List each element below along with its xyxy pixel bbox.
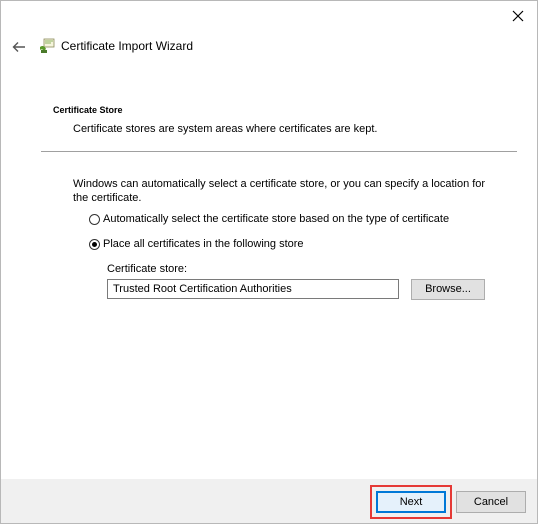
radio-label: Place all certificates in the following …	[103, 238, 304, 250]
header-divider	[41, 151, 517, 152]
certificate-store-label: Certificate store:	[107, 263, 188, 275]
certificate-wizard-icon	[40, 38, 55, 53]
section-heading: Certificate Store	[53, 105, 123, 115]
radio-place-in-store[interactable]: Place all certificates in the following …	[89, 238, 304, 250]
section-description: Certificate stores are system areas wher…	[73, 123, 378, 135]
close-button[interactable]	[507, 5, 529, 27]
radio-button[interactable]	[89, 213, 100, 225]
wizard-title: Certificate Import Wizard	[61, 39, 194, 53]
browse-button[interactable]: Browse...	[411, 279, 485, 300]
cancel-button[interactable]: Cancel	[456, 491, 526, 513]
next-button[interactable]: Next	[376, 491, 446, 513]
back-button[interactable]	[9, 37, 29, 57]
radio-label: Automatically select the certificate sto…	[103, 213, 450, 225]
intro-text: Windows can automatically select a certi…	[73, 178, 486, 204]
certificate-store-field[interactable]: Trusted Root Certification Authorities	[107, 279, 399, 299]
wizard-window: Certificate Import Wizard Certificate St…	[0, 0, 538, 524]
back-arrow-icon	[12, 42, 25, 52]
radio-auto-select[interactable]: Automatically select the certificate sto…	[89, 213, 449, 225]
radio-button[interactable]	[89, 238, 100, 250]
close-icon	[512, 10, 524, 22]
